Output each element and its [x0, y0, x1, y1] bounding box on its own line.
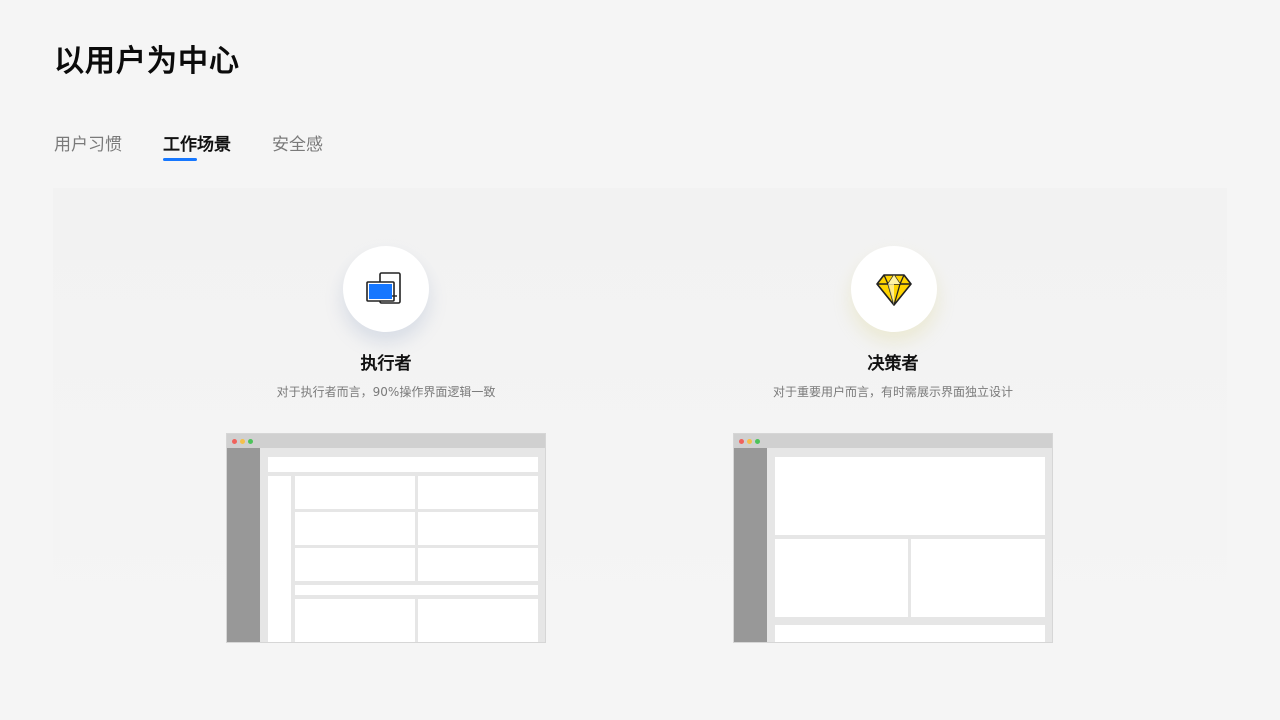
layout-cell: [295, 599, 415, 642]
browser-titlebar: [227, 434, 545, 448]
layout-cell: [418, 548, 538, 581]
layout-cell: [418, 476, 538, 509]
decision-maker-title: 决策者: [867, 354, 919, 374]
executor-icon-circle: [343, 246, 429, 332]
maximize-dot-icon: [755, 439, 760, 444]
executor-description: 对于执行者而言，90%操作界面逻辑一致: [276, 385, 496, 399]
minimize-dot-icon: [747, 439, 752, 444]
tab-security[interactable]: 安全感: [272, 132, 323, 158]
layout-hero-block: [775, 457, 1045, 535]
diamond-icon: [876, 274, 912, 306]
layout-cell: [911, 539, 1045, 617]
maximize-dot-icon: [248, 439, 253, 444]
layout-cell: [295, 476, 415, 509]
active-tab-indicator: [163, 158, 197, 161]
devices-icon: [366, 272, 401, 304]
browser-sidebar: [227, 448, 260, 642]
layout-cell: [418, 512, 538, 545]
layout-cell: [418, 599, 538, 642]
scenario-panel: 执行者 对于执行者而言，90%操作界面逻辑一致 决策者 对于重要用户而言，有时需…: [53, 188, 1227, 643]
tab-work-scenario[interactable]: 工作场景: [163, 132, 231, 158]
decision-maker-layout-preview: [733, 433, 1053, 643]
browser-sidebar: [734, 448, 767, 642]
layout-divider-block: [295, 585, 538, 595]
layout-footer-block: [775, 625, 1045, 642]
browser-titlebar: [734, 434, 1052, 448]
tab-user-habits[interactable]: 用户习惯: [54, 132, 122, 158]
executor-layout-preview: [226, 433, 546, 643]
close-dot-icon: [232, 439, 237, 444]
decision-maker-description: 对于重要用户而言，有时需展示界面独立设计: [772, 385, 1013, 399]
minimize-dot-icon: [240, 439, 245, 444]
layout-cell: [775, 539, 908, 617]
close-dot-icon: [739, 439, 744, 444]
layout-header-block: [268, 457, 538, 472]
decision-maker-icon-circle: [851, 246, 937, 332]
layout-cell: [295, 512, 415, 545]
executor-title: 执行者: [360, 354, 412, 374]
page-title: 以用户为中心: [54, 44, 240, 79]
layout-cell: [295, 548, 415, 581]
layout-side-block: [268, 476, 291, 642]
